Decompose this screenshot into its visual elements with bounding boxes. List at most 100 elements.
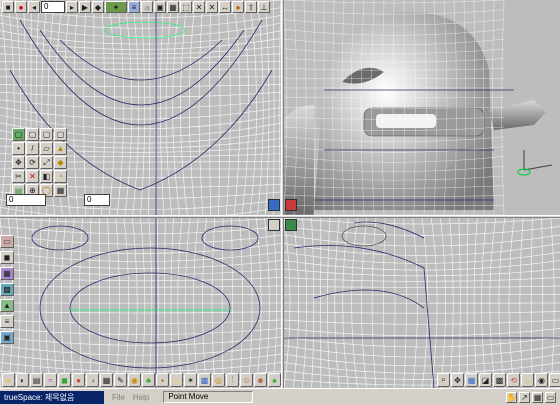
torus-icon[interactable]: ◎ [212, 373, 225, 387]
pin-icon[interactable]: ⊥ [258, 1, 270, 13]
point-spin-left[interactable]: 0 [6, 194, 46, 206]
checker-icon[interactable]: ▦ [100, 373, 113, 387]
cube-icon[interactable]: ▢ [54, 128, 67, 141]
object-tool-icon[interactable]: ◐ [16, 373, 29, 387]
cone-icon[interactable]: ▲ [54, 142, 67, 155]
window-title[interactable]: trueSpace: 제목없음 [0, 390, 104, 404]
wireframe-top [0, 218, 281, 388]
status-text: Point Move [163, 391, 254, 403]
record-icon[interactable]: ● [15, 1, 27, 13]
checker-icon[interactable]: ▩ [198, 373, 211, 387]
lines-icon[interactable]: ⫶ [226, 373, 239, 387]
window-icon[interactable]: ▭ [545, 391, 556, 403]
paint-icon[interactable]: ● [72, 373, 85, 387]
texture-icon[interactable]: ▩ [0, 283, 14, 296]
arrow-icon[interactable]: ↔ [219, 1, 231, 13]
material-icon[interactable]: ≡ [128, 1, 140, 13]
left-tool-strip: ▭ ◼ ▦ ▩ ▲ ≡ ▣ [0, 235, 16, 344]
tweak-icon[interactable]: ◆ [54, 156, 67, 169]
grid-icon[interactable]: ▦ [167, 1, 179, 13]
window-icon[interactable]: ▭ [549, 373, 560, 387]
sphere-icon[interactable]: ● [2, 373, 15, 387]
select-icon[interactable]: ⬚ [180, 1, 192, 13]
deform-icon[interactable]: ✕ [193, 1, 205, 13]
edge-icon[interactable]: / [26, 142, 39, 155]
split-icon[interactable]: ✂ [12, 170, 25, 183]
pan-icon[interactable]: ✥ [451, 373, 464, 387]
keyframe-icon[interactable]: ◆ [92, 1, 104, 13]
point-spin-right[interactable]: 0 [84, 194, 110, 206]
viewport-layout-button[interactable] [285, 219, 297, 231]
camera-icon[interactable]: ▣ [154, 1, 166, 13]
menu-help[interactable]: Help [133, 393, 149, 402]
view-icon[interactable]: ◪ [479, 373, 492, 387]
viewport-divider-horizontal[interactable] [0, 215, 560, 218]
face-icon[interactable]: ▱ [40, 142, 53, 155]
box-icon[interactable]: ▪ [156, 373, 169, 387]
viewport-perspective-top-right[interactable] [284, 0, 560, 215]
point-edit-panel: ▢ ▢ ▢ ▢ • / ▱ ▲ ✥ ⟳ ⤢ ◆ ✂ ✕ ◧ ◔ ▤ ⊕ ◯ ▦ [12, 128, 70, 197]
main-tool-bar: ● ◐ ▤ ≈ ◼ ● ◑ ▦ ✎ ◉ ♣ ▪ ☼ ✶ ▩ ◎ ⫶ ☺ ☻ ♠ … [0, 372, 560, 388]
avatar-icon[interactable]: ☻ [254, 373, 267, 387]
light-icon[interactable]: ☼ [521, 373, 534, 387]
light-icon[interactable]: ☼ [141, 1, 153, 13]
cube-icon[interactable]: ▢ [40, 128, 53, 141]
lattice-icon[interactable]: ▦ [54, 184, 67, 197]
scale-icon[interactable]: ⤢ [40, 156, 53, 169]
close-icon[interactable]: ✕ [206, 1, 218, 13]
fx-icon[interactable]: ✶ [184, 373, 197, 387]
step-forward-icon[interactable]: ▸ [66, 1, 78, 13]
grid-icon[interactable]: ▦ [465, 373, 478, 387]
landscape-icon[interactable]: ▲ [0, 299, 14, 312]
hand-icon[interactable]: ✋ [506, 391, 517, 403]
move-icon[interactable]: ✥ [12, 156, 25, 169]
cube-icon[interactable]: ▢ [26, 128, 39, 141]
rotate-view-icon[interactable]: ⟲ [507, 373, 520, 387]
vertex-icon[interactable]: • [12, 142, 25, 155]
arrow-icon[interactable]: ↗ [519, 391, 530, 403]
title-status-bar: trueSpace: 제목없음 File Help Point Move ✋ ↗… [0, 388, 560, 405]
viewport-top-bottom-left[interactable] [0, 218, 281, 388]
viewport-view-button[interactable] [268, 219, 280, 231]
animation-toolbar: ■ ● ◂ 0 ▸ ▶ ◆ ✦ ≡ ☼ ▣ ▦ ⬚ ✕ ✕ ↔ ● ⇧ ⊥ [0, 0, 270, 14]
cube-icon[interactable]: ▢ [12, 128, 25, 141]
play-icon[interactable]: ▶ [79, 1, 91, 13]
frame-number-field[interactable]: 0 [41, 1, 65, 13]
grid-icon[interactable]: ▦ [532, 391, 543, 403]
shaded-head-model [284, 0, 553, 215]
tree-icon[interactable]: ♠ [268, 373, 281, 387]
eye-icon[interactable]: ◉ [535, 373, 548, 387]
object-icon[interactable]: ◼ [0, 251, 14, 264]
cookie-icon[interactable]: ◉ [128, 373, 141, 387]
viewport-camera-button[interactable] [268, 199, 280, 211]
render-icon[interactable]: ✦ [105, 1, 127, 13]
folder-icon[interactable]: ▭ [0, 235, 14, 248]
rewind-icon[interactable]: ◂ [28, 1, 40, 13]
rotate-icon[interactable]: ⟳ [26, 156, 39, 169]
menu-file[interactable]: File [112, 393, 125, 402]
checker-icon[interactable]: ▩ [493, 373, 506, 387]
move-up-icon[interactable]: ⇧ [245, 1, 257, 13]
material-library-icon[interactable]: ▦ [0, 267, 14, 280]
smooth-icon[interactable]: ◔ [54, 170, 67, 183]
viewport-side-bottom-right[interactable] [284, 218, 560, 388]
axis-gizmo [517, 150, 553, 176]
pencil-icon[interactable]: ✎ [114, 373, 127, 387]
viewport-divider-vertical[interactable] [281, 0, 284, 388]
erase-icon[interactable]: ✕ [26, 170, 39, 183]
bevel-icon[interactable]: ◧ [40, 170, 53, 183]
stop-icon[interactable]: ■ [2, 1, 14, 13]
lamp-icon[interactable]: ☼ [170, 373, 183, 387]
script-icon[interactable]: ≡ [0, 315, 14, 328]
tree-icon[interactable]: ♣ [142, 373, 155, 387]
viewport-render-button[interactable] [285, 199, 297, 211]
wave-icon[interactable]: ≈ [44, 373, 57, 387]
status-icons: ✋ ↗ ▦ ▭ [506, 391, 556, 403]
character-icon[interactable]: ☺ [240, 373, 253, 387]
gradient-icon[interactable]: ◑ [86, 373, 99, 387]
image-icon[interactable]: ▣ [0, 331, 14, 344]
zoom-icon[interactable]: ⌕ [437, 373, 450, 387]
sphere-icon[interactable]: ● [232, 1, 244, 13]
cube-icon[interactable]: ◼ [58, 373, 71, 387]
film-icon[interactable]: ▤ [30, 373, 43, 387]
